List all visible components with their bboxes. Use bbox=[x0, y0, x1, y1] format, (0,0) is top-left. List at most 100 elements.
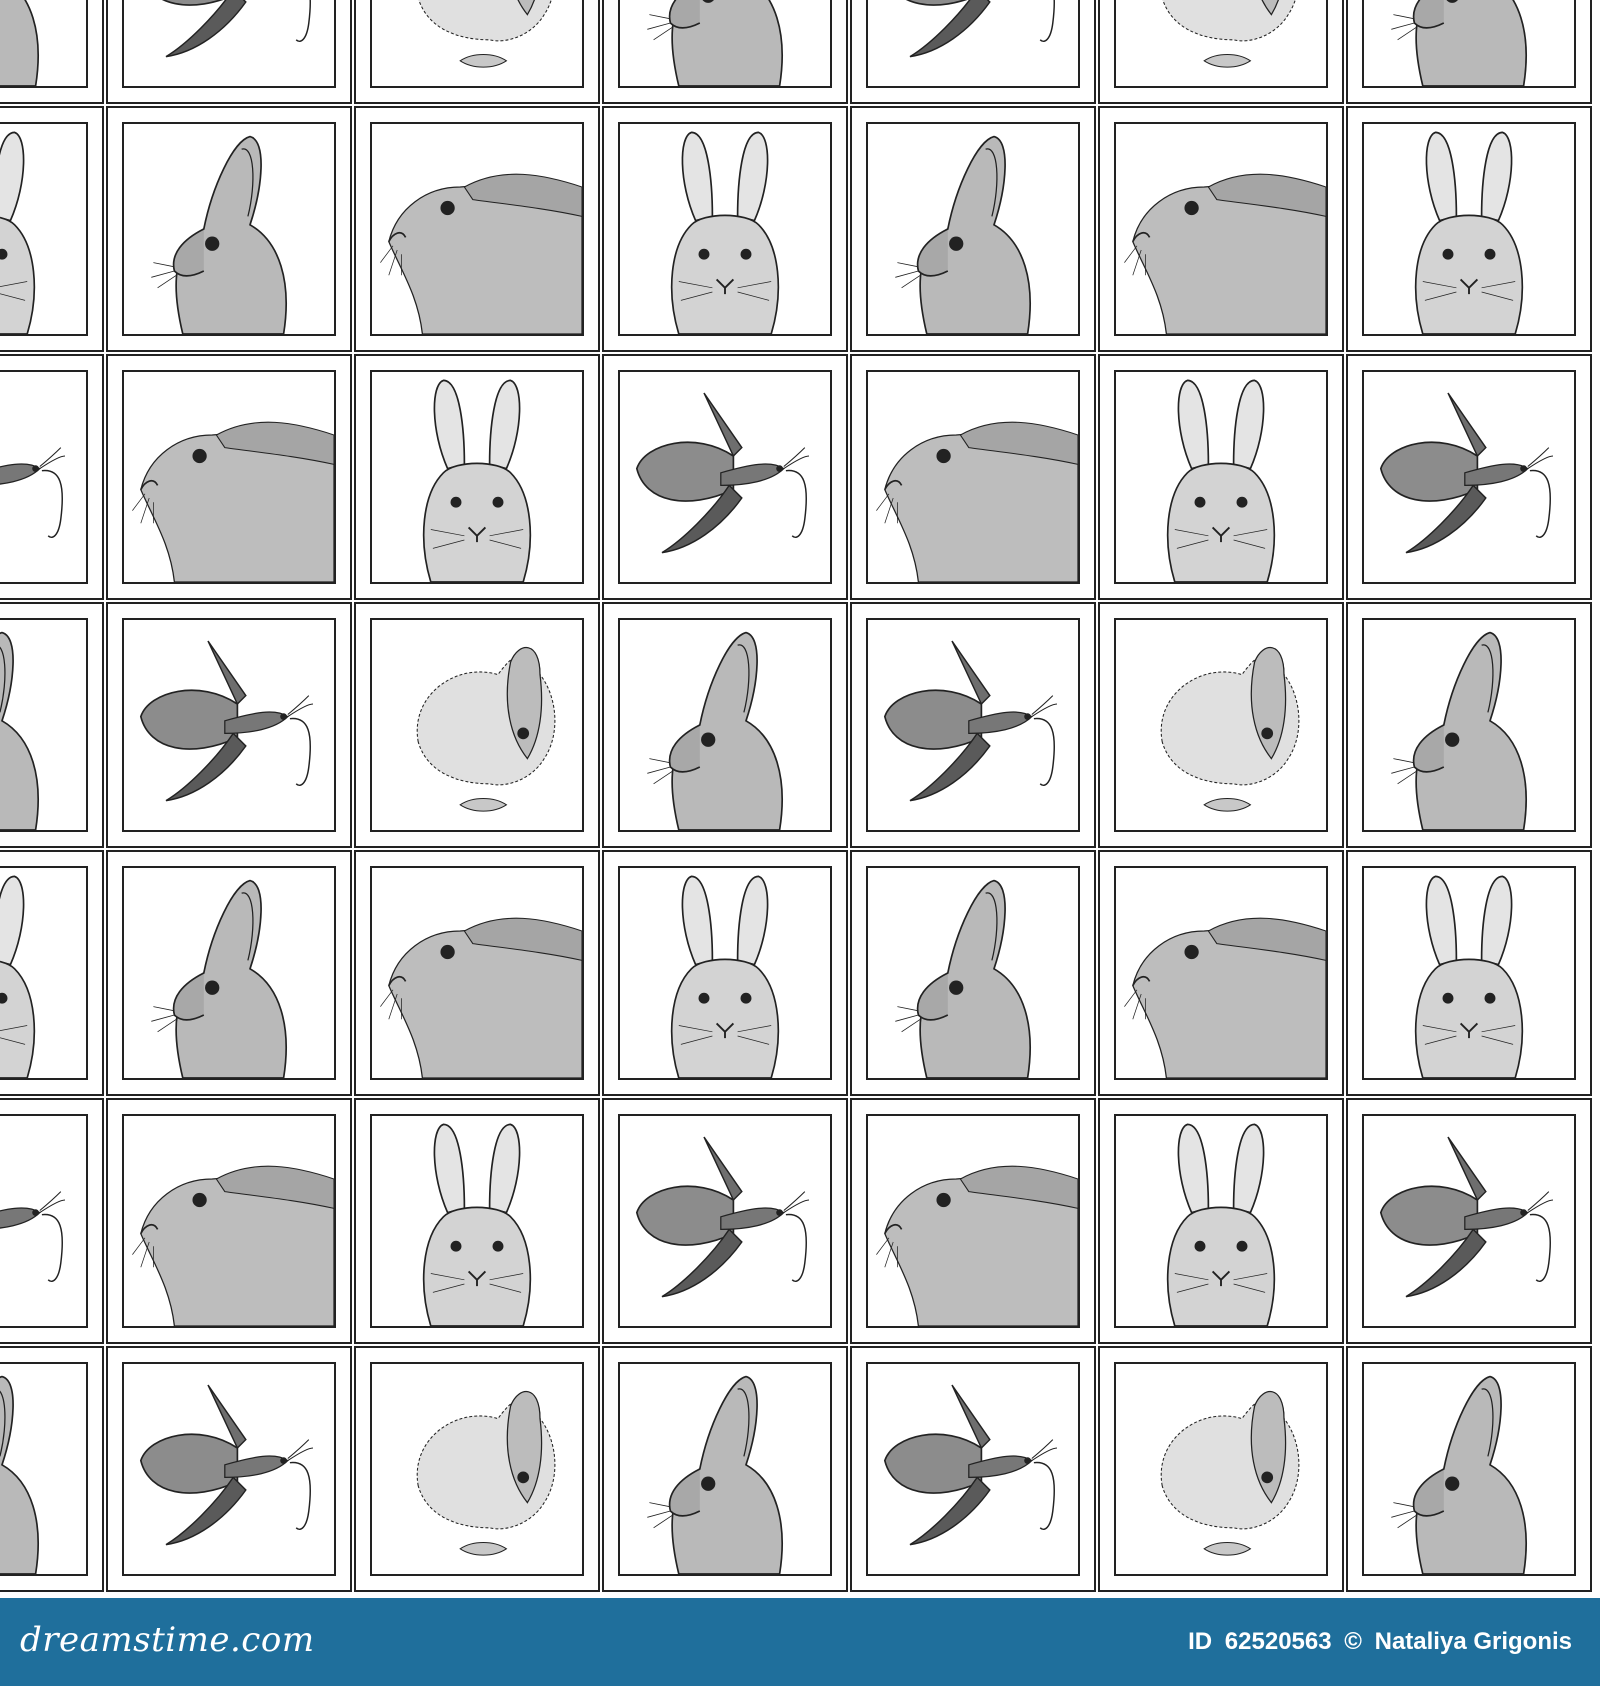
rabbit-back-icon bbox=[1160, 646, 1300, 812]
tile-inner-frame bbox=[370, 1362, 584, 1576]
pattern-tile bbox=[354, 1098, 600, 1344]
pattern-tile bbox=[850, 1098, 1096, 1344]
tile-inner-frame bbox=[866, 1114, 1080, 1328]
tile-inner-frame bbox=[1114, 1114, 1328, 1328]
rabbit-profile-icon bbox=[895, 879, 1031, 1078]
pattern-tile bbox=[1346, 354, 1592, 600]
tile-pattern bbox=[0, 0, 1600, 1598]
tile-inner-frame bbox=[0, 370, 88, 584]
tile-inner-frame bbox=[618, 122, 832, 336]
pattern-tile bbox=[850, 850, 1096, 1096]
moth-icon bbox=[0, 447, 66, 539]
moth-icon bbox=[0, 1191, 66, 1283]
pattern-tile bbox=[0, 106, 104, 352]
pattern-tile bbox=[602, 0, 848, 104]
pattern-tile bbox=[850, 106, 1096, 352]
pattern-tile bbox=[106, 850, 352, 1096]
moth-icon bbox=[162, 0, 312, 58]
rabbit-back-icon bbox=[418, 0, 552, 68]
pattern-tile bbox=[850, 1346, 1096, 1592]
tile-inner-frame bbox=[1362, 1362, 1576, 1576]
pattern-tile bbox=[1346, 602, 1592, 848]
pattern-tile bbox=[1098, 354, 1344, 600]
tile-inner-frame bbox=[122, 122, 336, 336]
rabbit-front-icon bbox=[422, 1123, 532, 1326]
rabbit-profile-icon bbox=[647, 631, 783, 830]
moth-icon bbox=[906, 0, 1056, 58]
pattern-tile bbox=[1346, 1098, 1592, 1344]
tile-inner-frame bbox=[370, 866, 584, 1080]
pattern-tile bbox=[354, 1346, 600, 1592]
hare-lying-icon bbox=[380, 917, 582, 1078]
rabbit-profile-icon bbox=[1391, 631, 1527, 830]
pattern-tile bbox=[850, 602, 1096, 848]
tile-inner-frame bbox=[0, 866, 88, 1080]
tile-inner-frame bbox=[866, 370, 1080, 584]
rabbit-front-icon bbox=[1414, 131, 1524, 334]
tile-inner-frame bbox=[866, 0, 1080, 88]
tile-inner-frame bbox=[618, 1114, 832, 1328]
pattern-tile bbox=[602, 1346, 848, 1592]
tile-inner-frame bbox=[866, 618, 1080, 832]
tile-inner-frame bbox=[866, 866, 1080, 1080]
pattern-tile bbox=[1098, 0, 1344, 104]
tile-inner-frame bbox=[0, 1114, 88, 1328]
tile-inner-frame bbox=[370, 0, 584, 88]
tile-inner-frame bbox=[1362, 618, 1576, 832]
rabbit-front-icon bbox=[670, 131, 780, 334]
tile-inner-frame bbox=[1114, 866, 1328, 1080]
image-credit: ID 62520563 © Nataliya Grigonis bbox=[1182, 1628, 1572, 1656]
pattern-tile bbox=[1346, 1346, 1592, 1592]
tile-inner-frame bbox=[618, 0, 832, 88]
pattern-tile bbox=[850, 0, 1096, 104]
pattern-tile bbox=[1346, 850, 1592, 1096]
tile-inner-frame bbox=[866, 122, 1080, 336]
rabbit-profile-icon bbox=[151, 879, 287, 1078]
tile-inner-frame bbox=[1114, 370, 1328, 584]
moth-icon bbox=[635, 392, 810, 554]
hare-lying-icon bbox=[380, 173, 582, 334]
moth-icon bbox=[635, 1136, 810, 1298]
moth-icon bbox=[883, 1384, 1058, 1546]
tile-inner-frame bbox=[122, 1362, 336, 1576]
tile-inner-frame bbox=[122, 618, 336, 832]
watermark-bar: dreamstime.com ID 62520563 © Nataliya Gr… bbox=[0, 1598, 1600, 1686]
rabbit-front-icon bbox=[1414, 875, 1524, 1078]
rabbit-front-icon bbox=[1166, 1123, 1276, 1326]
rabbit-front-icon bbox=[670, 875, 780, 1078]
rabbit-profile-icon bbox=[1391, 0, 1527, 86]
pattern-tile bbox=[602, 1098, 848, 1344]
rabbit-front-icon bbox=[0, 875, 36, 1078]
tile-inner-frame bbox=[1114, 122, 1328, 336]
pattern-tile bbox=[106, 1346, 352, 1592]
pattern-tile bbox=[1098, 850, 1344, 1096]
tile-inner-frame bbox=[618, 1362, 832, 1576]
dreamstime-logo: dreamstime.com bbox=[20, 1620, 315, 1660]
pattern-tile bbox=[354, 106, 600, 352]
tile-inner-frame bbox=[1362, 122, 1576, 336]
pattern-tile bbox=[1098, 1098, 1344, 1344]
author-name: Nataliya Grigonis bbox=[1374, 1628, 1572, 1655]
rabbit-profile-icon bbox=[0, 631, 39, 830]
hare-lying-icon bbox=[132, 421, 334, 582]
rabbit-profile-icon bbox=[647, 0, 783, 86]
pattern-tile bbox=[850, 354, 1096, 600]
pattern-tile bbox=[0, 602, 104, 848]
image-id: 62520563 bbox=[1224, 1628, 1332, 1655]
tile-inner-frame bbox=[370, 370, 584, 584]
tile-inner-frame bbox=[0, 0, 88, 88]
pattern-tile bbox=[602, 106, 848, 352]
pattern-tile bbox=[0, 1098, 104, 1344]
pattern-tile bbox=[106, 106, 352, 352]
rabbit-profile-icon bbox=[0, 0, 39, 86]
rabbit-back-icon bbox=[1160, 1390, 1300, 1556]
pattern-tile bbox=[106, 0, 352, 104]
tile-inner-frame bbox=[370, 122, 584, 336]
rabbit-profile-icon bbox=[0, 1375, 39, 1574]
pattern-tile bbox=[602, 354, 848, 600]
pattern-tile bbox=[0, 354, 104, 600]
pattern-tile bbox=[1098, 1346, 1344, 1592]
moth-icon bbox=[139, 1384, 314, 1546]
tile-inner-frame bbox=[1114, 1362, 1328, 1576]
tile-inner-frame bbox=[618, 618, 832, 832]
